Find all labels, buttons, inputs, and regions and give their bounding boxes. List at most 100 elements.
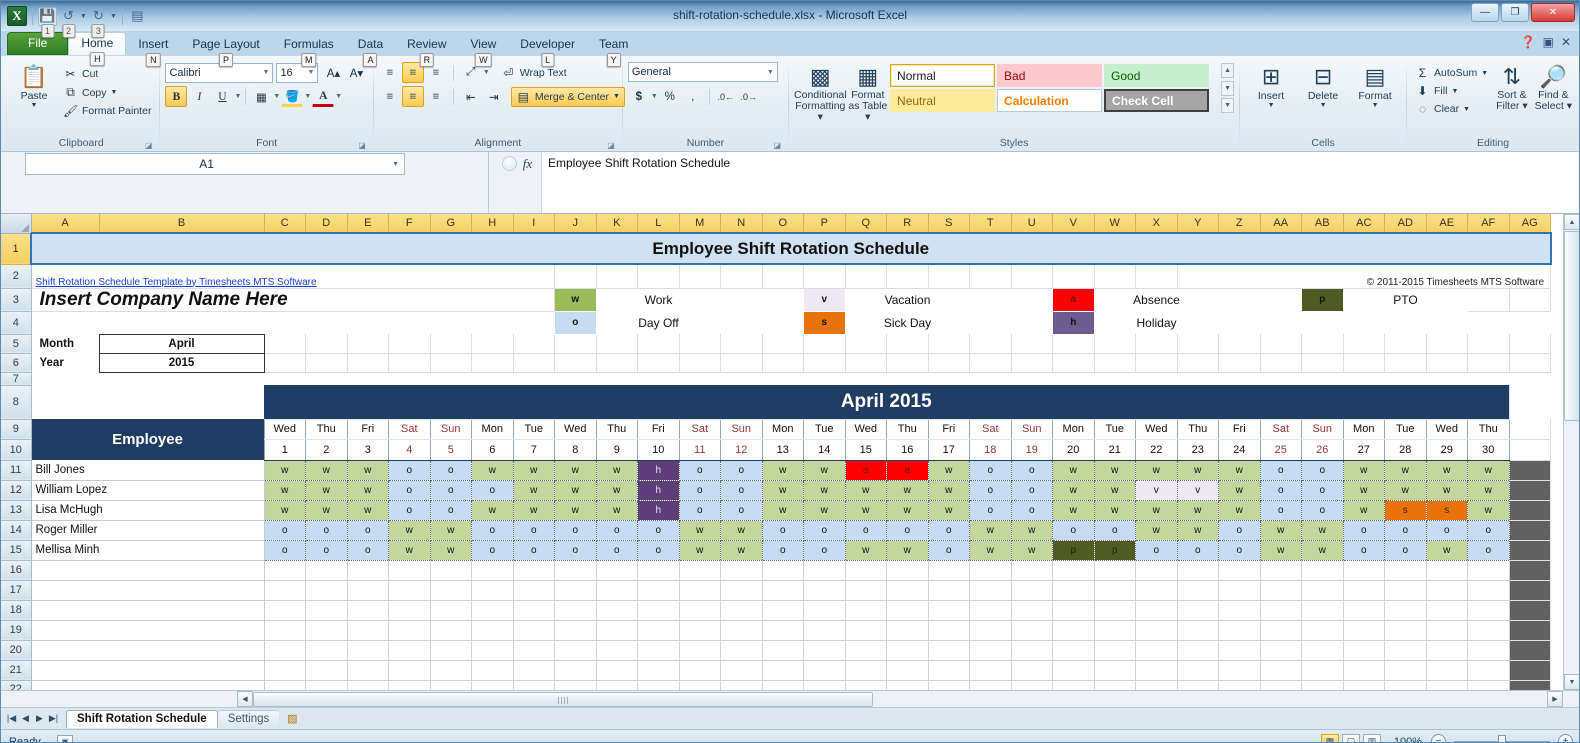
shift-cell[interactable]: w: [347, 460, 389, 480]
empty-cell[interactable]: [596, 264, 638, 288]
empty-cell[interactable]: [596, 334, 638, 353]
align-left-icon[interactable]: ≡: [379, 86, 401, 107]
empty-cell[interactable]: [1426, 334, 1468, 353]
row-header-7[interactable]: 7: [1, 372, 31, 385]
empty-shift-cell[interactable]: [1468, 600, 1510, 620]
shift-cell[interactable]: o: [679, 500, 721, 520]
empty-cell[interactable]: [1219, 334, 1261, 353]
shift-cell[interactable]: o: [555, 540, 597, 560]
empty-shift-cell[interactable]: [1011, 600, 1053, 620]
empty-shift-cell[interactable]: [1011, 560, 1053, 580]
fill-color-icon[interactable]: 🪣: [281, 86, 303, 107]
empty-name-cell[interactable]: [31, 620, 264, 640]
empty-shift-cell[interactable]: [638, 600, 680, 620]
empty-shift-cell[interactable]: [638, 620, 680, 640]
empty-shift-cell[interactable]: [928, 620, 970, 640]
column-header-r[interactable]: R: [887, 214, 929, 233]
empty-shift-cell[interactable]: [1094, 620, 1136, 640]
empty-shift-cell[interactable]: [430, 620, 472, 640]
first-sheet-icon[interactable]: |◀: [5, 713, 18, 724]
empty-cell[interactable]: [1385, 334, 1427, 353]
empty-cell[interactable]: [928, 353, 970, 372]
shift-cell[interactable]: o: [1343, 520, 1385, 540]
empty-shift-cell[interactable]: [555, 620, 597, 640]
merge-dropdown-icon[interactable]: ▼: [613, 93, 620, 100]
employee-name-cell[interactable]: Bill Jones: [31, 460, 264, 480]
empty-shift-cell[interactable]: [762, 640, 804, 660]
style-neutral[interactable]: Neutral: [890, 89, 995, 112]
legend-swatch-pto[interactable]: p: [1302, 288, 1344, 311]
empty-shift-cell[interactable]: [928, 660, 970, 680]
empty-shift-cell[interactable]: [887, 620, 929, 640]
shift-cell[interactable]: w: [887, 480, 929, 500]
shift-cell[interactable]: o: [762, 520, 804, 540]
column-header-q[interactable]: Q: [845, 214, 887, 233]
empty-cell[interactable]: [721, 264, 763, 288]
shift-cell[interactable]: w: [1260, 520, 1302, 540]
employee-name-cell[interactable]: William Lopez: [31, 480, 264, 500]
empty-cell[interactable]: [472, 353, 514, 372]
empty-cell[interactable]: [762, 353, 804, 372]
legend-swatch-holiday[interactable]: h: [1053, 311, 1095, 334]
legend-swatch-work[interactable]: w: [555, 288, 597, 311]
empty-shift-cell[interactable]: [1426, 560, 1468, 580]
decrease-decimal-icon[interactable]: .0→: [738, 86, 760, 107]
empty-shift-cell[interactable]: [264, 680, 306, 690]
empty-shift-cell[interactable]: [804, 580, 846, 600]
font-color-icon[interactable]: A: [312, 86, 334, 107]
column-header-ag[interactable]: AG: [1509, 214, 1551, 233]
row-header-4[interactable]: 4: [1, 311, 31, 334]
style-check-cell[interactable]: Check Cell: [1104, 89, 1209, 112]
tab-view[interactable]: View W: [459, 34, 509, 55]
shift-cell[interactable]: w: [1094, 460, 1136, 480]
shift-cell[interactable]: w: [1426, 480, 1468, 500]
style-good[interactable]: Good: [1104, 64, 1209, 87]
shift-cell[interactable]: o: [1219, 540, 1261, 560]
empty-shift-cell[interactable]: [679, 660, 721, 680]
empty-cell[interactable]: [638, 353, 680, 372]
month-value-cell[interactable]: April: [99, 334, 264, 353]
zoom-in-button[interactable]: +: [1558, 734, 1573, 743]
empty-shift-cell[interactable]: [1053, 640, 1095, 660]
empty-shift-cell[interactable]: [762, 680, 804, 690]
shift-cell[interactable]: o: [389, 500, 431, 520]
scroll-left-icon[interactable]: ◀: [237, 691, 253, 707]
decrease-indent-icon[interactable]: ⇤: [460, 86, 482, 107]
shift-cell[interactable]: w: [887, 500, 929, 520]
empty-shift-cell[interactable]: [845, 660, 887, 680]
empty-shift-cell[interactable]: [1426, 680, 1468, 690]
column-header-f[interactable]: F: [389, 214, 431, 233]
shift-cell[interactable]: w: [1136, 460, 1178, 480]
scroll-right-icon[interactable]: ▶: [1547, 691, 1563, 707]
empty-shift-cell[interactable]: [472, 560, 514, 580]
close-ribbon-icon[interactable]: ✕: [1561, 35, 1571, 49]
empty-shift-cell[interactable]: [721, 680, 763, 690]
align-center-icon[interactable]: ≡: [402, 86, 424, 107]
empty-cell[interactable]: [1136, 353, 1178, 372]
empty-cell[interactable]: [1011, 334, 1053, 353]
shift-cell[interactable]: w: [306, 460, 348, 480]
empty-shift-cell[interactable]: [1219, 660, 1261, 680]
column-header-af[interactable]: AF: [1468, 214, 1510, 233]
shift-cell[interactable]: w: [804, 500, 846, 520]
shift-cell[interactable]: w: [804, 460, 846, 480]
empty-shift-cell[interactable]: [472, 640, 514, 660]
empty-shift-cell[interactable]: [264, 620, 306, 640]
empty-shift-cell[interactable]: [513, 580, 555, 600]
empty-shift-cell[interactable]: [1094, 640, 1136, 660]
column-header-w[interactable]: W: [1094, 214, 1136, 233]
empty-cell[interactable]: [389, 353, 431, 372]
bold-button[interactable]: B: [165, 86, 187, 107]
empty-cell[interactable]: [1343, 353, 1385, 372]
column-header-e[interactable]: E: [347, 214, 389, 233]
column-header-ab[interactable]: AB: [1302, 214, 1344, 233]
sheet-title-banner[interactable]: Employee Shift Rotation Schedule: [31, 233, 1551, 264]
empty-shift-cell[interactable]: [721, 580, 763, 600]
shift-cell[interactable]: p: [1053, 540, 1095, 560]
empty-shift-cell[interactable]: [970, 600, 1012, 620]
empty-shift-cell[interactable]: [1468, 560, 1510, 580]
wrap-text-button[interactable]: ⏎ Wrap Text: [498, 64, 570, 82]
empty-cell[interactable]: [1011, 353, 1053, 372]
empty-cell[interactable]: [1385, 353, 1427, 372]
shift-cell[interactable]: o: [389, 460, 431, 480]
